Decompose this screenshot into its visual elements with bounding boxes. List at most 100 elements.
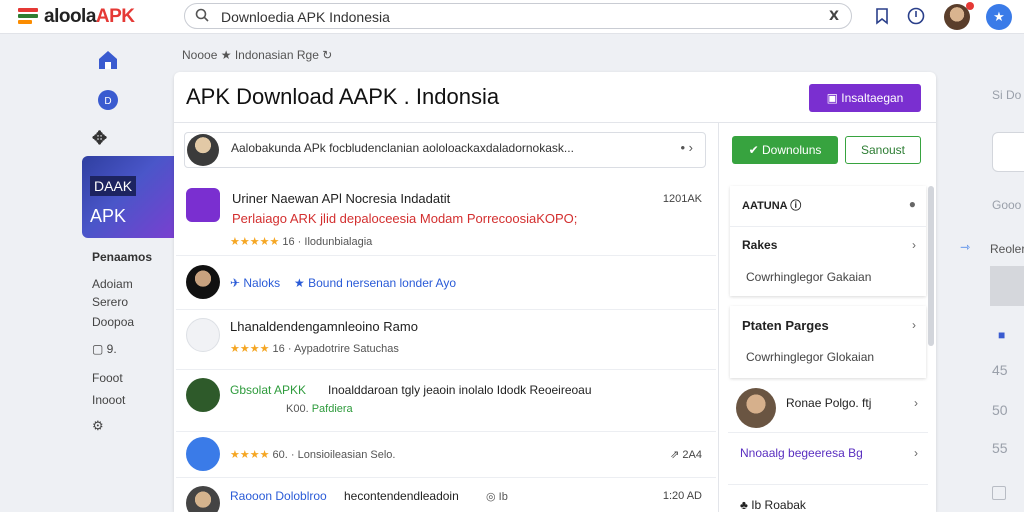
app-icon [186,378,220,412]
search-icon [195,8,209,22]
install-button[interactable]: ▣ Insaltaegan [809,84,921,112]
voice-search-icon[interactable]: 𝗫 [829,8,839,24]
home-icon[interactable] [96,48,120,72]
info-icon[interactable] [906,6,926,26]
banner-label: DAAK [90,176,137,196]
item-meta: K00. Pafdiera [286,403,353,415]
settings-icon[interactable]: ⚙ [92,418,104,434]
featured-text: Aalobakunda APk focbludenclanian aololoa… [231,141,574,155]
page-title: APK Download AAPK . Indonsia [186,84,500,109]
item-subtitle: Perlaiago ARK jlid depaloceesia Modam Po… [232,211,578,226]
user-last[interactable]: ♣ Ib Roabak [740,498,806,512]
item-tag: ◎ Ib [486,491,508,503]
list-item[interactable]: Lhanaldendengamnleoino Ramo ★★★★ 16 · Ay… [176,310,716,370]
tag-icon: ■ [998,328,1006,342]
avatar [186,486,220,512]
avatar [186,265,220,299]
link-bound[interactable]: ★ Bound nersenan londer Ayo [294,276,456,290]
ghost-box [990,266,1024,306]
ghost-text: 55 [992,440,1008,456]
pages-card: Ptaten Parges › Cowrhinglegor Glokaian [730,306,926,378]
download-button[interactable]: ✔ Downoluns [732,136,838,164]
breadcrumb-section[interactable]: Indonasian [235,48,294,62]
item-size: 1201AK [662,193,702,205]
avatar [736,388,776,428]
app-icon [186,188,220,222]
item-meta: ★★★★ 16 · Aypadotrire Satuchas [230,343,399,355]
nav-item[interactable]: Fooot [92,371,123,385]
list-item[interactable]: ★★★★ 60. · Lonsioileasian Selo. ⇗ 2A4 [176,432,716,478]
ghost-box [992,132,1024,172]
item-title[interactable]: Gbsolat APKK [230,383,306,397]
item-title[interactable]: Uriner Naewan APl Nocresia Indadatit [232,191,450,206]
shield-icon[interactable]: D [96,88,120,112]
divider [174,122,936,123]
logo-icon [18,8,38,24]
card-row[interactable]: Rakes [742,238,777,252]
nav-count[interactable]: ▢ 9. [92,342,117,356]
apps-icon[interactable]: ✥ [92,128,107,149]
item-description: hecontendendleadoin [344,489,459,503]
chevron-right-icon[interactable]: › [914,396,918,410]
card-text: Cowrhinglegor Gakaian [746,270,872,284]
breadcrumb: Noooe ★ Indonasian Rge ↻ [182,48,332,62]
item-title[interactable]: Lhanaldendengamnleoino Ramo [230,319,418,334]
bookmark-icon[interactable] [872,6,892,26]
ghost-checkbox [992,486,1006,500]
svg-text:D: D [104,96,111,107]
featured-row[interactable]: Aalobakunda APk focbludenclanian aololoa… [184,132,706,168]
item-size: ⇗ 2A4 [670,449,702,461]
nav-item[interactable]: Inooot [92,393,125,407]
nav-item[interactable]: Adoiam [92,277,133,291]
column-divider [718,123,719,512]
link-naloks[interactable]: ✈ Naloks [230,276,280,290]
search-input[interactable]: Downloedia APK Indonesia [221,9,390,25]
refresh-icon[interactable]: ↻ [322,48,332,62]
list-item[interactable]: Raooon Doloblroo hecontendendleadoin ◎ I… [176,478,716,512]
ghost-text: 50 [992,402,1008,418]
app-icon [186,318,220,352]
nav-item[interactable]: Serero [92,295,128,309]
banner-title: APK [90,206,127,226]
breadcrumb-page[interactable]: Rge [297,48,319,62]
ghost-text: Si Do [992,88,1022,102]
item-description: Inoalddaroan tgly jeaoin inolalo Idodk R… [328,383,592,397]
avatar [187,134,219,166]
search-bar[interactable]: Downloedia APK Indonesia 𝗫 [184,3,852,29]
rating-stars: ★★★★★ [230,236,280,248]
item-meta: ★★★★ 60. · Lonsioileasian Selo. [230,449,396,461]
star-icon: ★ [220,48,235,62]
list-item[interactable]: Gbsolat APKK Inoalddaroan tgly jeaoin in… [176,370,716,432]
ghost-text: Gooo [992,198,1022,212]
breadcrumb-home[interactable]: Noooe [182,48,217,62]
card-text: Cowrhinglegor Glokaian [746,350,875,364]
more-icon[interactable]: • › [681,140,694,155]
user-link[interactable]: Nnoaalg begeeresa Bg [740,446,863,460]
info-icon[interactable]: ● [909,197,916,211]
nav-item[interactable]: Doopoa [92,315,134,329]
list-item[interactable]: Uriner Naewan APl Nocresia Indadatit Per… [176,180,716,256]
item-size: 1:20 AD [662,490,702,502]
chevron-right-icon[interactable]: › [914,446,918,460]
card-title[interactable]: Ptaten Parges [742,318,829,333]
arrow-right-icon: ⇾ [960,240,971,254]
item-meta: ★★★★★ 16 · Ilodunbialagia [230,236,373,248]
share-button[interactable]: Sanoust [845,136,921,164]
info-card: AATUNA ⓘ ● Rakes › Cowrhinglegor Gakaian [730,186,926,296]
ghost-text: Reoler [990,242,1024,256]
app-icon [186,437,220,471]
ghost-text: 45 [992,362,1008,378]
chevron-right-icon[interactable]: › [912,318,916,332]
user-panel: Ronae Polgo. ftj › Nnoaalg begeeresa Bg … [728,384,928,512]
profile-badge-icon[interactable]: ★ [986,4,1012,30]
apk-banner[interactable]: DAAK APK [82,156,176,238]
nav-heading: Penaamos [92,250,153,264]
scrollbar[interactable] [928,186,934,346]
user-name[interactable]: Ronae Polgo. ftj [786,396,871,410]
notification-dot [966,2,974,10]
list-item[interactable]: ✈ Naloks ★ Bound nersenan londer Ayo [176,256,716,310]
logo[interactable]: aloolaAPK [44,6,135,28]
card-title: AATUNA ⓘ [742,200,802,212]
chevron-right-icon[interactable]: › [912,238,916,252]
item-title[interactable]: Raooon Doloblroo [230,489,327,503]
